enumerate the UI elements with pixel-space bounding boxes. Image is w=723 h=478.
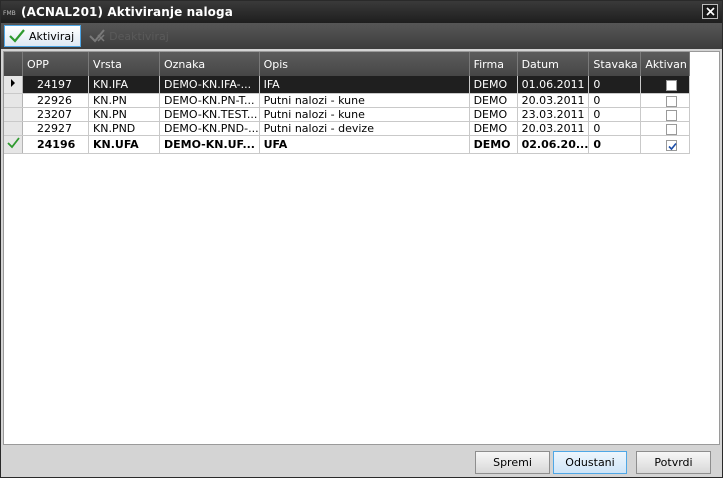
cell-vrsta: KN.PN [88,93,160,108]
cell-firma: DEMO [469,121,518,136]
cell-oznaka: DEMO-KN.UF... [159,135,260,154]
cell-aktivan [640,107,691,122]
cell-aktivan [640,135,691,154]
cell-datum: 02.06.20... [517,135,590,154]
save-button[interactable]: Spremi [475,451,550,474]
cell-stavaka: 0 [588,121,642,136]
indicator-header [4,52,23,76]
aktivan-checkbox[interactable] [666,79,678,91]
table-row[interactable]: 22926 KN.PN DEMO-KN.PN-T... Putni nalozi… [4,93,691,108]
uncheck-icon [89,29,105,43]
cell-opp: 22926 [22,93,89,108]
svg-text:FMB: FMB [3,10,16,16]
table-row[interactable]: 24197 KN.IFA DEMO-KN.IFA-... IFA DEMO 01… [4,76,691,94]
aktivan-checkbox[interactable] [666,95,678,107]
close-button[interactable] [702,4,718,19]
cell-stavaka: 0 [588,107,642,122]
row-indicator [4,121,23,136]
row-indicator [4,107,23,122]
cell-oznaka: DEMO-KN.IFA-... [159,76,260,94]
cell-firma: DEMO [469,93,518,108]
cell-vrsta: KN.IFA [88,76,160,94]
cell-firma: DEMO [469,107,518,122]
cell-oznaka: DEMO-KN.PN-T... [159,93,260,108]
aktivan-checkbox[interactable] [666,109,678,121]
column-header-oznaka[interactable]: Oznaka [159,52,260,76]
cell-aktivan [640,121,691,136]
activate-label: Aktiviraj [29,29,75,43]
header-row: OPP Vrsta Oznaka Opis Firma Datum Stavak… [4,52,691,76]
checkbox-check-icon [668,142,678,150]
checkmark-icon [9,29,25,43]
column-header-datum[interactable]: Datum [517,52,590,76]
row-indicator [4,135,23,154]
title-bar[interactable]: FMB (ACNAL201) Aktiviranje naloga [1,1,722,23]
deactivate-label: Deaktiviraj [109,29,169,43]
cell-datum: 20.03.2011 [517,93,590,108]
column-header-opp[interactable]: OPP [22,52,89,76]
cell-oznaka: DEMO-KN.TEST... [159,107,260,122]
cell-opis: IFA [259,76,470,94]
cell-datum: 20.03.2011 [517,121,590,136]
deactivate-button[interactable]: Deaktiviraj [85,25,175,47]
cell-oznaka: DEMO-KN.PND-... [159,121,260,136]
fmb-logo-icon: FMB [1,1,21,23]
cell-stavaka: 0 [588,93,642,108]
orders-table: OPP Vrsta Oznaka Opis Firma Datum Stavak… [4,52,691,154]
toolbar: Aktiviraj Deaktiviraj [1,23,722,49]
window-title: (ACNAL201) Aktiviranje naloga [21,5,233,19]
dialog-footer: Spremi Odustani Potvrdi [1,447,722,477]
cell-vrsta: KN.PN [88,107,160,122]
confirm-button[interactable]: Potvrdi [636,451,711,474]
cell-datum: 01.06.2011 [517,76,590,94]
activate-button[interactable]: Aktiviraj [4,25,82,47]
cell-opis: Putni nalozi - kune [259,107,470,122]
current-row-arrow-icon [11,79,15,87]
cell-vrsta: KN.PND [88,121,160,136]
close-icon [705,7,715,16]
cell-firma: DEMO [469,135,518,154]
cell-opis: Putni nalozi - kune [259,93,470,108]
cell-opis: Putni nalozi - devize [259,121,470,136]
cell-opp: 23207 [22,107,89,122]
aktivan-checkbox-checked[interactable] [666,139,678,151]
cell-aktivan [640,93,691,108]
column-header-opis[interactable]: Opis [259,52,470,76]
active-checkmark-icon [7,137,20,149]
cell-opp: 22927 [22,121,89,136]
table-row[interactable]: 22927 KN.PND DEMO-KN.PND-... Putni naloz… [4,121,691,136]
row-indicator [4,93,23,108]
column-header-vrsta[interactable]: Vrsta [88,52,160,76]
cell-opp: 24197 [22,76,89,94]
cell-stavaka: 0 [588,76,642,94]
table-row[interactable]: 23207 KN.PN DEMO-KN.TEST... Putni nalozi… [4,107,691,122]
column-header-stavaka[interactable]: Stavaka [588,52,642,76]
cancel-button[interactable]: Odustani [553,451,627,474]
cell-datum: 23.03.2011 [517,107,590,122]
column-header-firma[interactable]: Firma [469,52,518,76]
orders-grid[interactable]: OPP Vrsta Oznaka Opis Firma Datum Stavak… [3,51,720,445]
cell-opp: 24196 [22,135,89,154]
cell-opis: UFA [259,135,470,154]
cell-vrsta: KN.UFA [88,135,160,154]
column-header-aktivan[interactable]: Aktivan [640,52,691,76]
cell-stavaka: 0 [588,135,642,154]
dialog-window: FMB (ACNAL201) Aktiviranje naloga Aktivi… [0,0,723,478]
cell-firma: DEMO [469,76,518,94]
table-row[interactable]: 24196 KN.UFA DEMO-KN.UF... UFA DEMO 02.0… [4,135,691,154]
row-indicator [4,76,23,94]
cell-aktivan [640,76,691,94]
aktivan-checkbox[interactable] [666,123,678,135]
